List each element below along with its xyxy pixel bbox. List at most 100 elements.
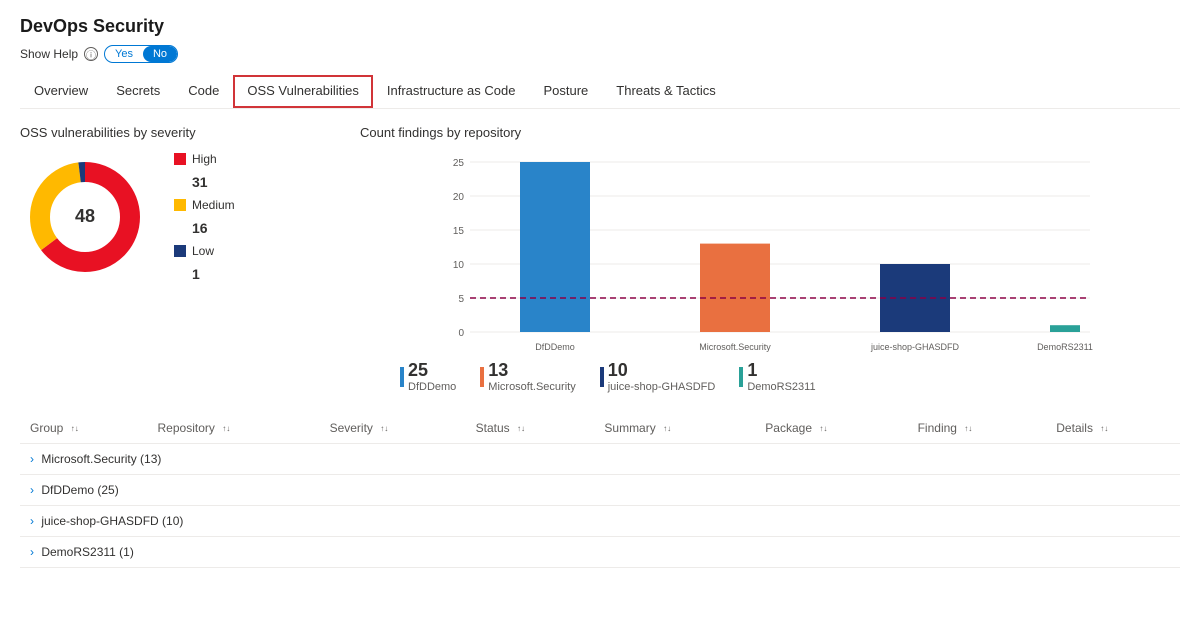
chart-legend-juice-shop-name: juice-shop-GHASDFD xyxy=(608,381,716,393)
group-juice-shop: › juice-shop-GHASDFD (10) xyxy=(20,506,1180,537)
bar-chart-svg: 25 20 15 10 5 0 DfDDemo Microsoft.Securi… xyxy=(360,152,1180,352)
legend-medium-count: 16 xyxy=(192,220,208,236)
legend-medium-label: Medium xyxy=(192,198,235,212)
legend-bar-juice-shop xyxy=(600,367,604,387)
tab-infrastructure-as-code[interactable]: Infrastructure as Code xyxy=(373,75,530,108)
chart-legend-juice-shop-info: 10 juice-shop-GHASDFD xyxy=(608,360,716,393)
legend-low-label: Low xyxy=(192,244,214,258)
sort-summary[interactable]: ↑↓ xyxy=(663,424,671,433)
nav-tabs: Overview Secrets Code OSS Vulnerabilitie… xyxy=(20,75,1180,109)
chart-legend-demors-info: 1 DemoRS2311 xyxy=(747,360,815,393)
sort-repository[interactable]: ↑↓ xyxy=(222,424,230,433)
legend-bar-microsoft xyxy=(480,367,484,387)
legend-medium: Medium xyxy=(174,198,235,212)
legend-medium-color xyxy=(174,199,186,211)
group-dfddemo-label: DfDDemo (25) xyxy=(41,483,118,497)
legend-low-count: 1 xyxy=(192,266,200,282)
show-help-row: Show Help ⓘ Yes No xyxy=(20,45,1180,63)
expand-demors-icon[interactable]: › xyxy=(30,545,34,559)
table-row[interactable]: › juice-shop-GHASDFD (10) xyxy=(20,506,1180,537)
group-juice-shop-label: juice-shop-GHASDFD (10) xyxy=(41,514,183,528)
page-title: DevOps Security xyxy=(20,16,1180,37)
chart-legend-dfddemo-count: 25 xyxy=(408,360,456,381)
sort-group[interactable]: ↑↓ xyxy=(71,424,79,433)
chart-legend-microsoft: 13 Microsoft.Security xyxy=(480,360,575,393)
show-help-label: Show Help xyxy=(20,47,78,61)
col-finding: Finding ↑↓ xyxy=(908,413,1047,444)
table-header-row: Group ↑↓ Repository ↑↓ Severity ↑↓ Statu… xyxy=(20,413,1180,444)
bar-chart-section: Count findings by repository 25 20 15 10 xyxy=(360,125,1180,393)
sort-finding[interactable]: ↑↓ xyxy=(964,424,972,433)
legend-bar-dfddemo xyxy=(400,367,404,387)
expand-microsoft-security-icon[interactable]: › xyxy=(30,452,34,466)
chart-legend-juice-shop: 10 juice-shop-GHASDFD xyxy=(600,360,716,393)
donut-chart-section: OSS vulnerabilities by severity 48 xyxy=(20,125,320,393)
table-header: Group ↑↓ Repository ↑↓ Severity ↑↓ Statu… xyxy=(20,413,1180,444)
toggle-yes-button[interactable]: Yes xyxy=(105,46,143,62)
bar-microsoft-security[interactable] xyxy=(700,244,770,332)
donut-chart-svg: 48 xyxy=(20,152,150,282)
sort-package[interactable]: ↑↓ xyxy=(819,424,827,433)
group-dfddemo: › DfDDemo (25) xyxy=(20,475,1180,506)
legend-low-count-row: 1 xyxy=(174,266,235,282)
svg-text:juice-shop-GHASDFD: juice-shop-GHASDFD xyxy=(870,342,960,352)
chart-legends: 25 DfDDemo 13 Microsoft.Security 10 ju xyxy=(360,360,1180,393)
svg-text:DemoRS2311: DemoRS2311 xyxy=(1037,342,1093,352)
bar-demors2311[interactable] xyxy=(1050,325,1080,332)
svg-text:25: 25 xyxy=(453,158,465,169)
svg-text:20: 20 xyxy=(453,192,465,203)
svg-text:10: 10 xyxy=(453,260,465,271)
table-body: › Microsoft.Security (13) › DfDDemo (25)… xyxy=(20,444,1180,568)
tab-overview[interactable]: Overview xyxy=(20,75,102,108)
table-row[interactable]: › DemoRS2311 (1) xyxy=(20,537,1180,568)
svg-text:48: 48 xyxy=(75,206,95,226)
legend-high-label: High xyxy=(192,152,217,166)
table-row[interactable]: › Microsoft.Security (13) xyxy=(20,444,1180,475)
chart-legend-demors: 1 DemoRS2311 xyxy=(739,360,815,393)
col-summary: Summary ↑↓ xyxy=(594,413,755,444)
chart-legend-microsoft-name: Microsoft.Security xyxy=(488,381,575,393)
svg-text:0: 0 xyxy=(458,328,464,339)
tab-code[interactable]: Code xyxy=(174,75,233,108)
legend-medium-count-row: 16 xyxy=(174,220,235,236)
chart-legend-dfddemo-name: DfDDemo xyxy=(408,381,456,393)
svg-text:15: 15 xyxy=(453,226,465,237)
bar-dfddemo[interactable] xyxy=(520,162,590,332)
col-details: Details ↑↓ xyxy=(1046,413,1180,444)
tab-secrets[interactable]: Secrets xyxy=(102,75,174,108)
col-package: Package ↑↓ xyxy=(755,413,907,444)
col-status: Status ↑↓ xyxy=(466,413,595,444)
group-demors: › DemoRS2311 (1) xyxy=(20,537,1180,568)
sort-details[interactable]: ↑↓ xyxy=(1100,424,1108,433)
help-icon[interactable]: ⓘ xyxy=(84,47,98,61)
chart-legend-demors-name: DemoRS2311 xyxy=(747,381,815,393)
chart-legend-dfddemo: 25 DfDDemo xyxy=(400,360,456,393)
expand-juice-shop-icon[interactable]: › xyxy=(30,514,34,528)
table-row[interactable]: › DfDDemo (25) xyxy=(20,475,1180,506)
legend-high-color xyxy=(174,153,186,165)
group-demors-label: DemoRS2311 (1) xyxy=(41,545,133,559)
tab-oss-vulnerabilities[interactable]: OSS Vulnerabilities xyxy=(233,75,373,108)
chart-legend-microsoft-info: 13 Microsoft.Security xyxy=(488,360,575,393)
col-repository: Repository ↑↓ xyxy=(148,413,320,444)
col-group: Group ↑↓ xyxy=(20,413,148,444)
bar-chart-area: 25 20 15 10 5 0 DfDDemo Microsoft.Securi… xyxy=(360,152,1180,352)
bar-chart-title: Count findings by repository xyxy=(360,125,1180,140)
tab-posture[interactable]: Posture xyxy=(529,75,602,108)
toggle-no-button[interactable]: No xyxy=(143,46,177,62)
legend-high-count-row: 31 xyxy=(174,174,235,190)
col-severity: Severity ↑↓ xyxy=(320,413,466,444)
data-table: Group ↑↓ Repository ↑↓ Severity ↑↓ Statu… xyxy=(20,413,1180,568)
page-container: DevOps Security Show Help ⓘ Yes No Overv… xyxy=(0,0,1200,584)
expand-dfddemo-icon[interactable]: › xyxy=(30,483,34,497)
sort-status[interactable]: ↑↓ xyxy=(517,424,525,433)
group-microsoft-security-label: Microsoft.Security (13) xyxy=(41,452,161,466)
legend-high: High xyxy=(174,152,235,166)
chart-legend-dfddemo-info: 25 DfDDemo xyxy=(408,360,456,393)
sort-severity[interactable]: ↑↓ xyxy=(380,424,388,433)
tab-threats-tactics[interactable]: Threats & Tactics xyxy=(602,75,729,108)
legend-bar-demors xyxy=(739,367,743,387)
chart-legend-juice-shop-count: 10 xyxy=(608,360,716,381)
svg-text:5: 5 xyxy=(458,294,464,305)
donut-legend: High 31 Medium 16 Low xyxy=(174,152,235,282)
